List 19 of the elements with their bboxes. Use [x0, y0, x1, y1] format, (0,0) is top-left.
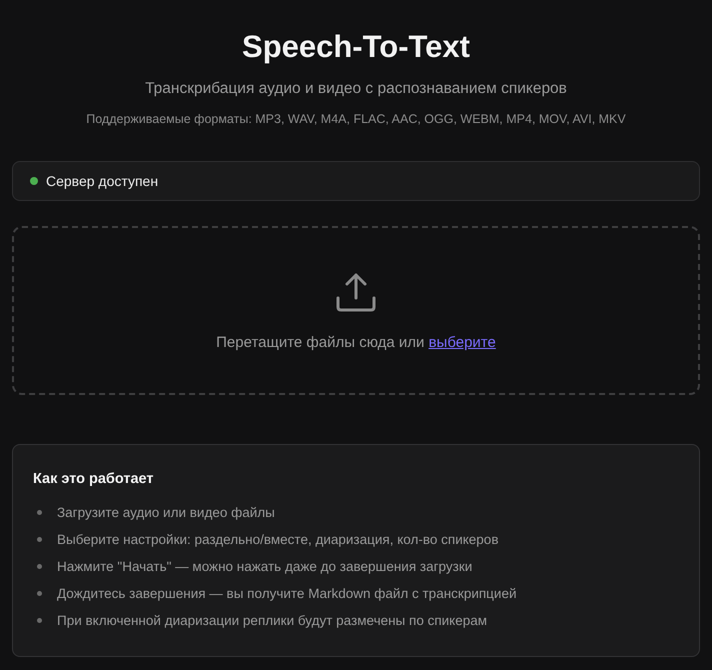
choose-files-link[interactable]: выберите [428, 334, 496, 351]
how-it-works-title: Как это работает [33, 470, 155, 489]
file-drop-zone[interactable]: Перетащите файлы сюда или выберите [12, 226, 700, 395]
app-title: Speech-To-Text [241, 28, 471, 66]
bullet-icon [37, 564, 42, 569]
bullet-icon [37, 618, 42, 623]
step-text: Загрузите аудио или видео файлы [57, 505, 275, 520]
step-text: Дождитесь завершения — вы получите Markdown файл с транскрипцией [57, 586, 516, 601]
app-subtitle: Транскрибация аудио и видео с распознаванием спикеров [144, 79, 568, 99]
bullet-icon [37, 591, 42, 596]
supported-formats: Поддерживаемые форматы: MP3, WAV, M4A, FLAC, AAC, OGG, WEBM, MP4, MOV, AVI, MKV [85, 111, 627, 128]
server-status-text: Сервер доступен [46, 173, 158, 189]
bullet-icon [37, 537, 42, 542]
drop-hint-text: Перетащите файлы сюда или выберите [216, 333, 496, 353]
step-text: При включенной диаризации реплики будут размечены по спикерам [57, 613, 488, 628]
step-text: Выберите настройки: раздельно/вместе, диаризация, кол-во спикеров [57, 532, 498, 547]
bullet-icon [37, 510, 42, 515]
upload-icon [336, 272, 376, 312]
step-text: Нажмите "Начать" — можно нажать даже до завершения загрузки [57, 559, 472, 574]
